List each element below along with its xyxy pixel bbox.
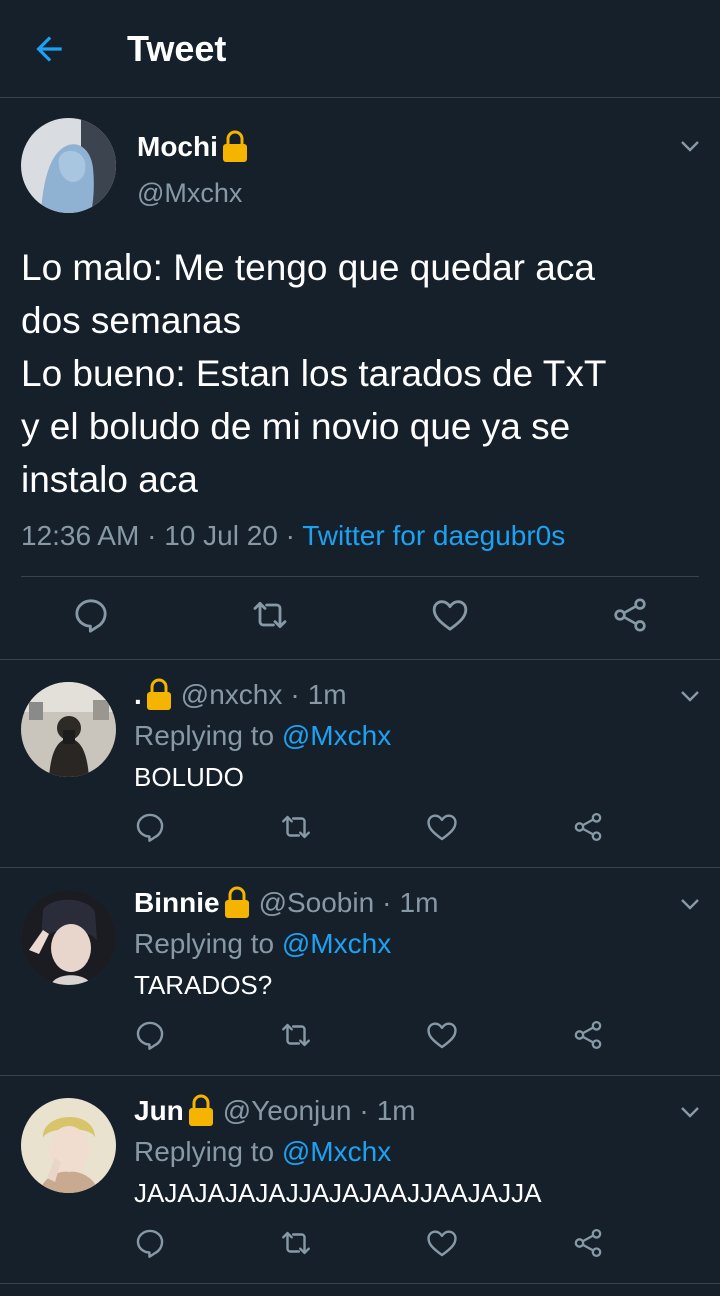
like-icon[interactable]	[425, 1018, 459, 1052]
reply-tweet[interactable]: Jun @Yeonjun · 1m Replying to @Mxchx JAJ…	[0, 1076, 720, 1284]
avatar[interactable]	[21, 682, 116, 777]
separator: ·	[290, 679, 300, 710]
tweet-time: 12:36 AM	[21, 520, 140, 551]
divider	[21, 576, 699, 577]
reply-text: JAJAJAJAJAJJAJAJAAJJAAJAJJA	[134, 1178, 542, 1208]
share-icon[interactable]	[571, 1018, 605, 1052]
author-name[interactable]: .	[134, 679, 142, 711]
timestamp: 1m	[376, 1095, 416, 1126]
page-title: Tweet	[127, 28, 227, 69]
reply-header: Binnie @Soobin · 1m	[134, 886, 438, 920]
reply-text: BOLUDO	[134, 762, 244, 792]
like-icon[interactable]	[430, 595, 470, 635]
reply-text: TARADOS?	[134, 970, 273, 1000]
like-icon[interactable]	[425, 810, 459, 844]
share-icon[interactable]	[571, 1226, 605, 1260]
lock-icon	[223, 886, 251, 920]
author-name[interactable]: Jun	[134, 1095, 184, 1127]
like-icon[interactable]	[425, 1226, 459, 1260]
reply-icon[interactable]	[133, 1226, 167, 1260]
timestamp: 1m	[399, 887, 439, 918]
tweet-source-link[interactable]: Twitter for daegubr0s	[302, 520, 565, 551]
share-icon[interactable]	[571, 810, 605, 844]
reply-icon[interactable]	[71, 595, 111, 635]
replying-to: Replying to @Mxchx	[134, 720, 392, 751]
replying-to: Replying to @Mxchx	[134, 1136, 392, 1167]
separator: ·	[285, 520, 295, 551]
lock-icon	[187, 1094, 215, 1128]
tweet-date: 10 Jul 20	[164, 520, 278, 551]
chevron-down-icon[interactable]	[678, 892, 702, 916]
reply-icon[interactable]	[133, 1018, 167, 1052]
arrow-left-icon[interactable]	[30, 30, 68, 68]
chevron-down-icon[interactable]	[678, 1100, 702, 1124]
reply-header: . @nxchx · 1m	[134, 678, 347, 712]
reply-tweet[interactable]: . @nxchx · 1m Replying to @Mxchx BOLUDO	[0, 660, 720, 868]
separator: ·	[359, 1095, 369, 1126]
retweet-icon[interactable]	[279, 1226, 313, 1260]
author-name[interactable]: Binnie	[134, 887, 220, 919]
separator: ·	[147, 520, 157, 551]
reply-icon[interactable]	[133, 810, 167, 844]
chevron-down-icon[interactable]	[678, 684, 702, 708]
author-handle[interactable]: @Mxchx	[137, 178, 242, 209]
author-handle[interactable]: @nxchx	[181, 679, 283, 711]
lock-icon	[221, 130, 249, 164]
replying-to: Replying to @Mxchx	[134, 928, 392, 959]
retweet-icon[interactable]	[279, 810, 313, 844]
separator: ·	[382, 887, 392, 918]
share-icon[interactable]	[610, 595, 650, 635]
author-name[interactable]: Mochi	[137, 130, 249, 164]
main-tweet: Mochi @Mxchx Lo malo: Me tengo que queda…	[0, 98, 720, 660]
retweet-icon[interactable]	[279, 1018, 313, 1052]
mention-link[interactable]: @Mxchx	[282, 928, 391, 959]
tweet-meta: 12:36 AM · 10 Jul 20 · Twitter for daegu…	[21, 520, 565, 552]
tweet-text: Lo malo: Me tengo que quedar aca dos sem…	[21, 247, 607, 500]
lock-icon	[145, 678, 173, 712]
reply-tweet[interactable]: Binnie @Soobin · 1m Replying to @Mxchx T…	[0, 868, 720, 1076]
avatar[interactable]	[21, 890, 116, 985]
mention-link[interactable]: @Mxchx	[282, 720, 391, 751]
avatar[interactable]	[21, 1098, 116, 1193]
top-bar: Tweet	[0, 0, 720, 98]
mention-link[interactable]: @Mxchx	[282, 1136, 391, 1167]
timestamp: 1m	[307, 679, 347, 710]
retweet-icon[interactable]	[250, 595, 290, 635]
author-handle[interactable]: @Yeonjun	[223, 1095, 352, 1127]
reply-header: Jun @Yeonjun · 1m	[134, 1094, 416, 1128]
author-handle[interactable]: @Soobin	[259, 887, 375, 919]
chevron-down-icon[interactable]	[678, 134, 702, 158]
avatar[interactable]	[21, 118, 116, 213]
